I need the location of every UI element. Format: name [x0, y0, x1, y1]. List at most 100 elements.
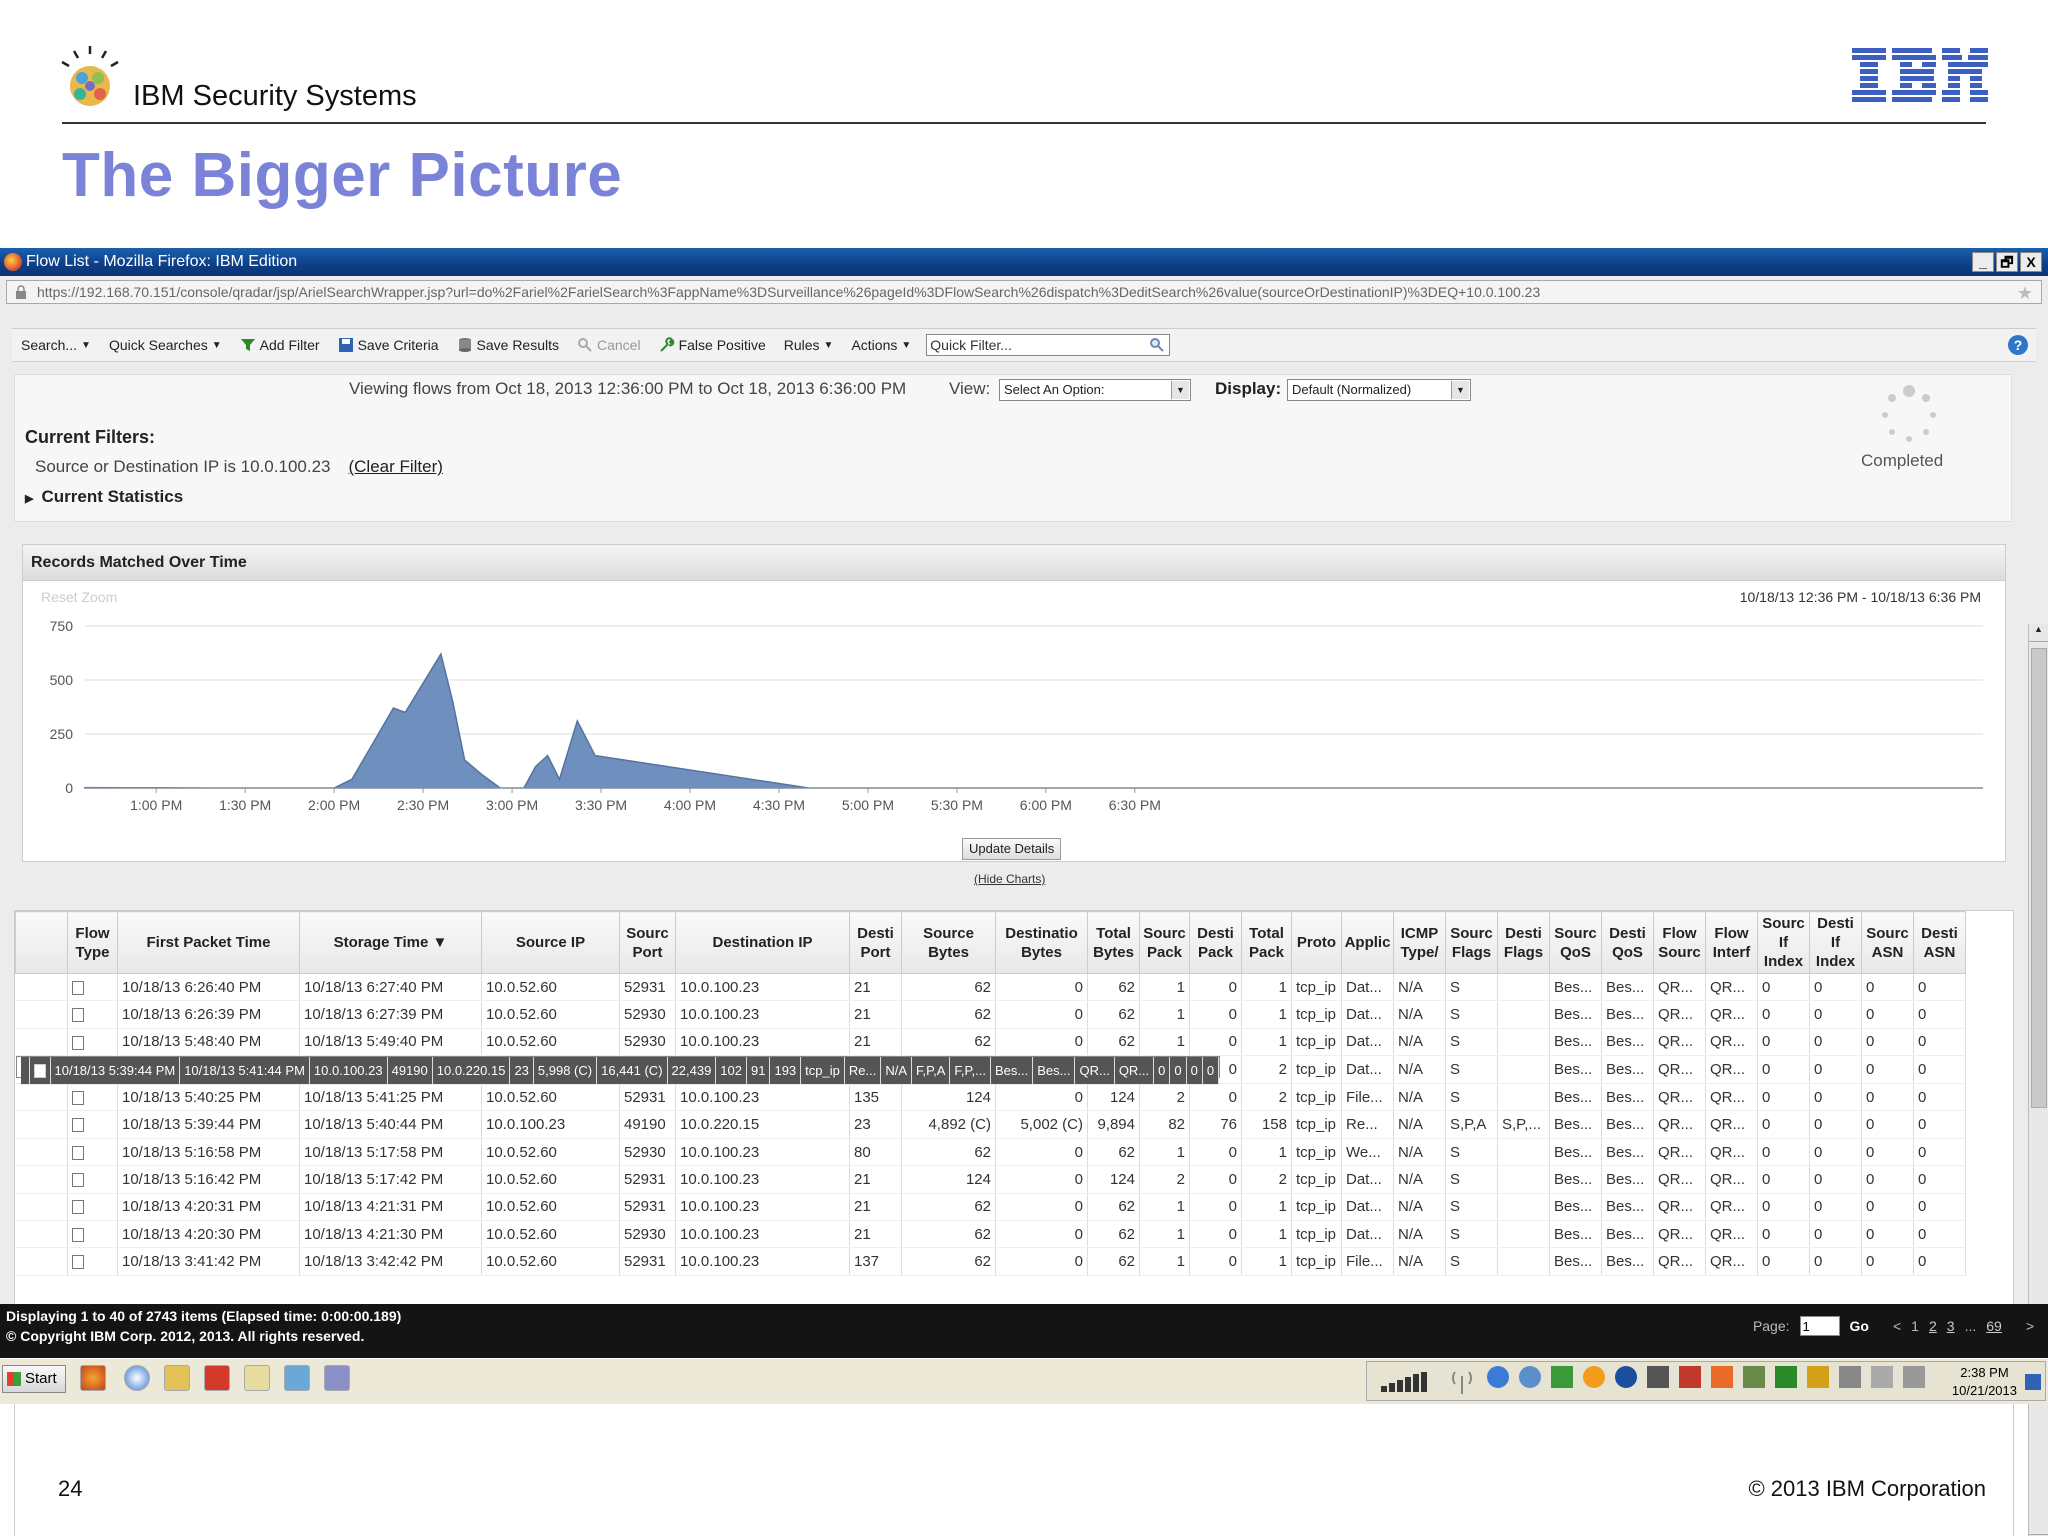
column-header[interactable]: Destination IP — [675, 911, 850, 974]
column-header[interactable]: Storage Time ▼ — [299, 911, 482, 974]
column-header[interactable]: Sourc If Index — [1757, 911, 1810, 974]
monitor-tray-icon[interactable] — [1775, 1366, 1797, 1388]
explorer-taskbar-icon[interactable] — [284, 1365, 310, 1391]
save-results-button[interactable]: Save Results — [448, 337, 568, 353]
save-criteria-button[interactable]: Save Criteria — [329, 337, 448, 353]
row-select-cell[interactable] — [15, 1193, 68, 1222]
table-row[interactable]: 10/18/13 5:16:42 PM 10/18/13 5:17:42 PM 10… — [15, 1165, 1966, 1194]
row-select-cell[interactable] — [15, 1083, 68, 1112]
column-header[interactable]: Sourc Flags — [1445, 911, 1498, 974]
column-header[interactable]: Applic — [1341, 911, 1394, 974]
network-taskbar-icon[interactable] — [324, 1365, 350, 1391]
notes-taskbar-icon[interactable] — [164, 1365, 190, 1391]
column-header[interactable]: Total Pack — [1241, 911, 1292, 974]
add-filter-button[interactable]: Add Filter — [231, 337, 329, 353]
row-select-cell[interactable] — [20, 1057, 30, 1086]
table-row[interactable]: 10/18/13 3:41:42 PM 10/18/13 3:42:42 PM 10… — [15, 1247, 1966, 1276]
filezilla-taskbar-icon[interactable] — [204, 1365, 230, 1391]
current-statistics-toggle[interactable]: ▶ Current Statistics — [25, 487, 183, 507]
bluetooth-tray-icon[interactable] — [1615, 1366, 1637, 1388]
column-header[interactable]: Desti If Index — [1809, 911, 1862, 974]
page-link[interactable]: 3 — [1947, 1318, 1955, 1334]
column-header[interactable]: Proto — [1291, 911, 1342, 974]
row-select-cell[interactable] — [15, 1110, 68, 1139]
page-link[interactable]: 2 — [1929, 1318, 1937, 1334]
help-icon[interactable]: ? — [2008, 335, 2028, 355]
printer-tray-icon[interactable] — [1647, 1366, 1669, 1388]
column-header[interactable] — [15, 911, 68, 974]
column-header[interactable]: Sourc QoS — [1549, 911, 1602, 974]
chat-tray-icon[interactable] — [1711, 1366, 1733, 1388]
close-button[interactable]: X — [2020, 252, 2042, 272]
show-desktop-icon[interactable] — [2025, 1374, 2041, 1390]
folder-taskbar-icon[interactable] — [244, 1365, 270, 1391]
hide-charts-link[interactable]: (Hide Charts) — [974, 872, 1045, 886]
records-area-chart[interactable]: Reset Zoom 10/18/13 12:36 PM - 10/18/13 6… — [23, 582, 2005, 862]
search-menu[interactable]: Search... ▼ — [12, 337, 100, 353]
row-select-cell[interactable] — [15, 1220, 68, 1249]
column-header[interactable]: Sourc ASN — [1861, 911, 1914, 974]
prev-page-button[interactable]: < — [1893, 1318, 1901, 1334]
table-row[interactable]: 10/18/13 5:40:25 PM 10/18/13 5:41:25 PM 10… — [15, 1083, 1966, 1112]
clear-filter-link[interactable]: (Clear Filter) — [348, 457, 442, 476]
firefox-taskbar-icon[interactable] — [80, 1365, 106, 1391]
shield-tray-icon[interactable] — [1807, 1366, 1829, 1388]
table-row[interactable]: 10/18/13 5:39:44 PM 10/18/13 5:41:44 PM 10… — [15, 1056, 1221, 1086]
restore-button[interactable]: 🗗 — [1996, 252, 2018, 272]
bookmark-star-icon[interactable]: ★ — [2017, 282, 2033, 303]
network-tray-icon[interactable] — [1551, 1366, 1573, 1388]
column-header[interactable]: Desti QoS — [1601, 911, 1654, 974]
pen-tray-icon[interactable] — [1743, 1366, 1765, 1388]
quick-filter-input[interactable]: Quick Filter... — [926, 334, 1171, 358]
cancel-button[interactable]: Cancel — [568, 337, 650, 353]
clock[interactable]: 2:38 PM 10/21/2013 — [1952, 1364, 2017, 1400]
table-row[interactable]: 10/18/13 5:39:44 PM 10/18/13 5:40:44 PM 10… — [15, 1110, 1966, 1139]
browser-taskbar-icon[interactable] — [124, 1365, 150, 1391]
column-header[interactable]: Desti Flags — [1497, 911, 1550, 974]
false-positive-button[interactable]: False Positive — [650, 337, 775, 353]
row-select-cell[interactable] — [15, 1000, 68, 1029]
column-header[interactable]: Desti Pack — [1189, 911, 1242, 974]
column-header[interactable]: Sourc Pack — [1139, 911, 1190, 974]
table-row[interactable]: 10/18/13 4:20:30 PM 10/18/13 4:21:30 PM 10… — [15, 1220, 1966, 1249]
column-header[interactable]: First Packet Time — [117, 911, 300, 974]
row-select-cell[interactable] — [15, 973, 68, 1002]
display-tray-icon[interactable] — [1903, 1366, 1925, 1388]
page-input[interactable] — [1799, 1316, 1840, 1336]
quick-searches-menu[interactable]: Quick Searches ▼ — [100, 337, 231, 353]
usb-tray-icon[interactable] — [1839, 1366, 1861, 1388]
table-row[interactable]: 10/18/13 6:26:39 PM 10/18/13 6:27:39 PM 10… — [15, 1000, 1966, 1029]
column-header[interactable]: Sourc Port — [619, 911, 676, 974]
sync-tray-icon[interactable] — [1487, 1366, 1509, 1388]
column-header[interactable]: Destinatio Bytes — [995, 911, 1088, 974]
display-select[interactable]: Default (Normalized) ▼ — [1287, 379, 1471, 401]
column-header[interactable]: Desti Port — [849, 911, 902, 974]
scroll-up-arrow-icon[interactable]: ▲ — [2029, 624, 2048, 642]
update-tray-icon[interactable] — [1583, 1366, 1605, 1388]
column-header[interactable]: Flow Type — [67, 911, 118, 974]
table-row[interactable]: 10/18/13 4:20:31 PM 10/18/13 4:21:31 PM 10… — [15, 1193, 1966, 1222]
column-header[interactable]: Total Bytes — [1087, 911, 1140, 974]
next-page-button[interactable]: > — [2026, 1318, 2034, 1334]
table-row[interactable]: 10/18/13 5:48:40 PM 10/18/13 5:49:40 PM 10… — [15, 1028, 1966, 1057]
minimize-button[interactable]: _ — [1972, 252, 1994, 272]
row-select-cell[interactable] — [15, 1028, 68, 1057]
row-select-cell[interactable] — [15, 1138, 68, 1167]
column-header[interactable]: Flow Interf — [1705, 911, 1758, 974]
globe-tray-icon[interactable] — [1519, 1366, 1541, 1388]
url-bar[interactable]: https://192.168.70.151/console/qradar/js… — [6, 280, 2042, 304]
antivirus-tray-icon[interactable] — [1679, 1366, 1701, 1388]
column-header[interactable]: ICMP Type/ — [1393, 911, 1446, 974]
update-details-button[interactable]: Update Details — [962, 838, 1062, 860]
column-header[interactable]: Source IP — [481, 911, 620, 974]
column-header[interactable]: Flow Sourc — [1653, 911, 1706, 974]
view-select[interactable]: Select An Option: ▼ — [999, 379, 1191, 401]
row-select-cell[interactable] — [15, 1247, 68, 1276]
rules-menu[interactable]: Rules ▼ — [775, 337, 843, 353]
scrollbar-thumb[interactable] — [2031, 648, 2047, 1108]
column-header[interactable]: Source Bytes — [901, 911, 996, 974]
magnifier-icon[interactable] — [1149, 337, 1165, 358]
reset-zoom-link[interactable]: Reset Zoom — [41, 589, 117, 605]
records-area[interactable] — [84, 652, 1983, 789]
volume-tray-icon[interactable] — [1871, 1366, 1893, 1388]
